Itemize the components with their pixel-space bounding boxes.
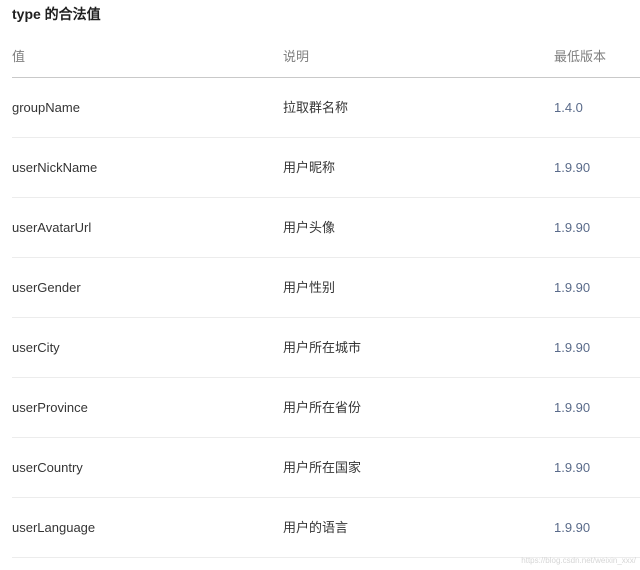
cell-min-version: 1.9.90 [554,460,591,475]
cell-description: 用户头像 [283,220,336,235]
table-row: userCountry 用户所在国家 1.9.90 [12,438,640,498]
cell-value: userLanguage [12,520,96,535]
cell-value: userCountry [12,460,83,475]
header-min-version: 最低版本 [554,49,607,64]
cell-min-version: 1.9.90 [554,520,591,535]
cell-value: userCity [12,340,60,355]
cell-description: 用户的语言 [283,520,349,535]
cell-description: 用户所在省份 [283,400,362,415]
cell-value: userProvince [12,400,88,415]
table-row: userNickName 用户昵称 1.9.90 [12,138,640,198]
header-description: 说明 [283,49,310,64]
cell-description: 用户昵称 [283,160,336,175]
page-title: type 的合法值 [12,6,101,22]
cell-description: 用户所在城市 [283,340,362,355]
cell-value: userGender [12,280,81,295]
cell-value: groupName [12,100,80,115]
cell-min-version: 1.9.90 [554,400,591,415]
table-header: 值 说明 最低版本 [12,38,640,78]
cell-min-version: 1.9.90 [554,160,591,175]
table-row: userCity 用户所在城市 1.9.90 [12,318,640,378]
cell-min-version: 1.9.90 [554,280,591,295]
watermark: https://blog.csdn.net/weixin_xxx/ [521,556,636,565]
cell-min-version: 1.4.0 [554,100,583,115]
table-row: userProvince 用户所在省份 1.9.90 [12,378,640,438]
legal-values-table: 值 说明 最低版本 groupName 拉取群名称 1.4.0 userNick… [12,38,640,558]
table-row: userAvatarUrl 用户头像 1.9.90 [12,198,640,258]
table-row: userGender 用户性别 1.9.90 [12,258,640,318]
cell-description: 用户性别 [283,280,336,295]
header-value: 值 [12,49,26,64]
cell-description: 拉取群名称 [283,100,349,115]
table-row: userLanguage 用户的语言 1.9.90 [12,498,640,558]
cell-value: userAvatarUrl [12,220,92,235]
cell-description: 用户所在国家 [283,460,362,475]
cell-min-version: 1.9.90 [554,340,591,355]
table-row: groupName 拉取群名称 1.4.0 [12,78,640,138]
cell-value: userNickName [12,160,98,175]
cell-min-version: 1.9.90 [554,220,591,235]
